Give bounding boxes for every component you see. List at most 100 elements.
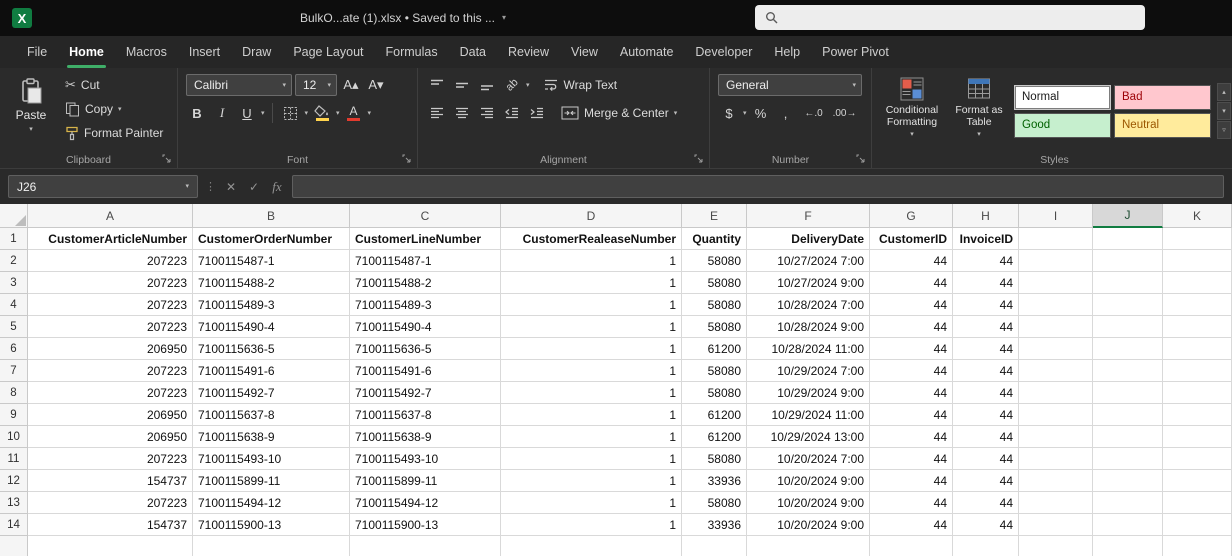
cell-style-good[interactable]: Good — [1014, 113, 1111, 138]
cell-K5[interactable] — [1163, 316, 1232, 338]
cell-G4[interactable]: 44 — [870, 294, 953, 316]
select-all-button[interactable] — [0, 204, 28, 228]
font-name-select[interactable]: Calibri ▾ — [186, 74, 292, 96]
cell-Fx[interactable] — [747, 536, 870, 556]
cell-J10[interactable] — [1093, 426, 1163, 448]
cell-J1[interactable] — [1093, 228, 1163, 250]
cell-E11[interactable]: 58080 — [682, 448, 747, 470]
cell-F1[interactable]: DeliveryDate — [747, 228, 870, 250]
currency-chevron-icon[interactable]: ▾ — [743, 110, 747, 117]
cell-K2[interactable] — [1163, 250, 1232, 272]
cell-I2[interactable] — [1019, 250, 1093, 272]
cell-D12[interactable]: 1 — [501, 470, 682, 492]
tab-automate[interactable]: Automate — [609, 36, 685, 68]
cell-F12[interactable]: 10/20/2024 9:00 — [747, 470, 870, 492]
cell-H1[interactable]: InvoiceID — [953, 228, 1019, 250]
cell-D14[interactable]: 1 — [501, 514, 682, 536]
name-box[interactable]: J26 ▾ — [8, 175, 198, 198]
cell-G5[interactable]: 44 — [870, 316, 953, 338]
cell-C12[interactable]: 7100115899-11 — [350, 470, 501, 492]
cell-A3[interactable]: 207223 — [28, 272, 193, 294]
row-header-5[interactable]: 5 — [0, 316, 28, 338]
cell-Hx[interactable] — [953, 536, 1019, 556]
font-color-button[interactable]: A — [343, 102, 365, 124]
tab-data[interactable]: Data — [449, 36, 497, 68]
cell-B14[interactable]: 7100115900-13 — [193, 514, 350, 536]
cell-F4[interactable]: 10/28/2024 7:00 — [747, 294, 870, 316]
row-header-2[interactable]: 2 — [0, 250, 28, 272]
cell-F10[interactable]: 10/29/2024 13:00 — [747, 426, 870, 448]
cell-I12[interactable] — [1019, 470, 1093, 492]
cell-I6[interactable] — [1019, 338, 1093, 360]
cell-B3[interactable]: 7100115488-2 — [193, 272, 350, 294]
cell-B8[interactable]: 7100115492-7 — [193, 382, 350, 404]
cut-button[interactable]: ✂ Cut — [62, 74, 166, 96]
row-header-3[interactable]: 3 — [0, 272, 28, 294]
cell-J4[interactable] — [1093, 294, 1163, 316]
cell-I3[interactable] — [1019, 272, 1093, 294]
format-painter-button[interactable]: Format Painter — [62, 122, 166, 144]
cell-C6[interactable]: 7100115636-5 — [350, 338, 501, 360]
column-header-K[interactable]: K — [1163, 204, 1232, 228]
clipboard-dialog-launcher-icon[interactable] — [162, 154, 172, 164]
cell-E6[interactable]: 61200 — [682, 338, 747, 360]
cell-I11[interactable] — [1019, 448, 1093, 470]
cell-E9[interactable]: 61200 — [682, 404, 747, 426]
cell-D7[interactable]: 1 — [501, 360, 682, 382]
italic-button[interactable]: I — [211, 102, 233, 124]
paste-button[interactable]: Paste ▾ — [8, 74, 54, 152]
decrease-indent-button[interactable] — [501, 102, 523, 124]
copy-button[interactable]: Copy ▾ — [62, 98, 166, 120]
align-bottom-button[interactable] — [476, 74, 498, 96]
cell-A12[interactable]: 154737 — [28, 470, 193, 492]
cell-style-neutral[interactable]: Neutral — [1114, 113, 1211, 138]
cell-G8[interactable]: 44 — [870, 382, 953, 404]
number-format-select[interactable]: General ▾ — [718, 74, 862, 96]
cell-K12[interactable] — [1163, 470, 1232, 492]
column-header-H[interactable]: H — [953, 204, 1019, 228]
cell-H7[interactable]: 44 — [953, 360, 1019, 382]
cancel-icon[interactable]: ✕ — [223, 180, 239, 194]
tab-help[interactable]: Help — [763, 36, 811, 68]
cell-B4[interactable]: 7100115489-3 — [193, 294, 350, 316]
gallery-scroll-up-button[interactable]: ▴ — [1217, 83, 1231, 101]
gallery-more-button[interactable]: ▿ — [1217, 121, 1231, 139]
cell-C9[interactable]: 7100115637-8 — [350, 404, 501, 426]
align-top-button[interactable] — [426, 74, 448, 96]
cell-F3[interactable]: 10/27/2024 9:00 — [747, 272, 870, 294]
cell-C11[interactable]: 7100115493-10 — [350, 448, 501, 470]
cell-G12[interactable]: 44 — [870, 470, 953, 492]
cell-C4[interactable]: 7100115489-3 — [350, 294, 501, 316]
cell-J14[interactable] — [1093, 514, 1163, 536]
cell-E4[interactable]: 58080 — [682, 294, 747, 316]
column-header-I[interactable]: I — [1019, 204, 1093, 228]
cell-Kx[interactable] — [1163, 536, 1232, 556]
comma-style-button[interactable]: , — [775, 102, 797, 124]
cell-G3[interactable]: 44 — [870, 272, 953, 294]
cell-Bx[interactable] — [193, 536, 350, 556]
orientation-chevron-icon[interactable]: ▾ — [526, 82, 530, 89]
tab-file[interactable]: File — [16, 36, 58, 68]
title-chevron-icon[interactable]: ▾ — [502, 14, 506, 22]
cell-E14[interactable]: 33936 — [682, 514, 747, 536]
column-header-D[interactable]: D — [501, 204, 682, 228]
increase-indent-button[interactable] — [526, 102, 548, 124]
cell-G11[interactable]: 44 — [870, 448, 953, 470]
cell-I1[interactable] — [1019, 228, 1093, 250]
cell-D3[interactable]: 1 — [501, 272, 682, 294]
cell-D2[interactable]: 1 — [501, 250, 682, 272]
cell-J7[interactable] — [1093, 360, 1163, 382]
underline-button[interactable]: U — [236, 102, 258, 124]
orientation-button[interactable]: ab — [501, 74, 523, 96]
cell-J12[interactable] — [1093, 470, 1163, 492]
cell-H5[interactable]: 44 — [953, 316, 1019, 338]
column-header-B[interactable]: B — [193, 204, 350, 228]
row-header-1[interactable]: 1 — [0, 228, 28, 250]
cell-I10[interactable] — [1019, 426, 1093, 448]
cell-Cx[interactable] — [350, 536, 501, 556]
cell-H12[interactable]: 44 — [953, 470, 1019, 492]
shrink-font-button[interactable]: A▾ — [365, 74, 387, 96]
increase-decimal-button[interactable]: ←.0 — [800, 102, 828, 124]
row-header-empty[interactable] — [0, 536, 28, 556]
cell-F11[interactable]: 10/20/2024 7:00 — [747, 448, 870, 470]
